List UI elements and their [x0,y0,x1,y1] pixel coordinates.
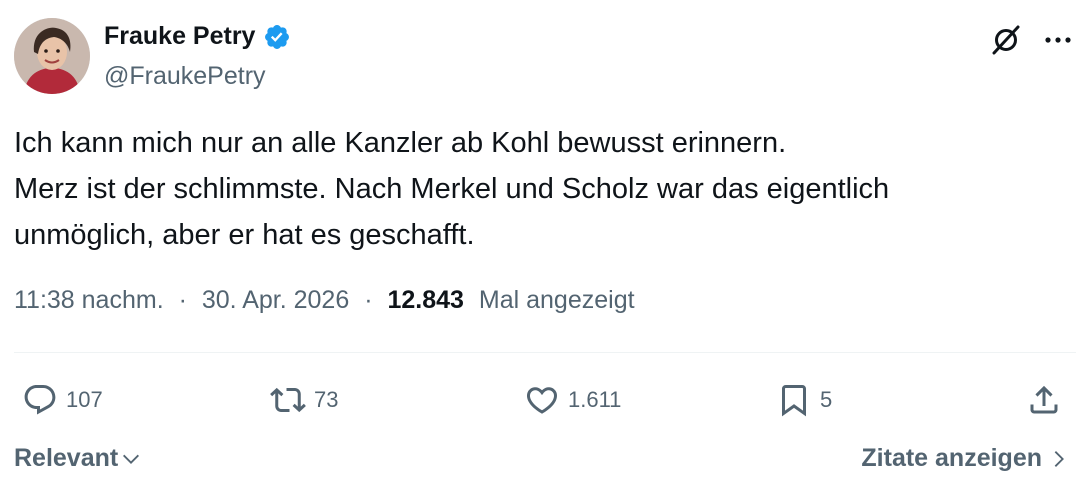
chevron-down-icon [123,454,140,464]
tweet-date[interactable]: 30. Apr. 2026 [202,286,349,314]
reply-button[interactable]: 107 [22,380,103,420]
divider [14,352,1076,353]
sort-label: Relevant [14,444,119,472]
tweet-text-line: Merz ist der schlimmste. Nach Merkel und… [14,173,890,205]
tweet-meta: 11:38 nachm. · 30. Apr. 2026 · 12.843 Ma… [14,286,635,315]
like-count: 1.611 [568,387,622,412]
author-name-text[interactable]: Frauke Petry [104,22,255,51]
view-quotes-label: Zitate anzeigen [861,444,1042,472]
more-dots-icon[interactable] [1040,22,1076,58]
tweet-time[interactable]: 11:38 nachm. [14,286,164,314]
retweet-count: 73 [314,387,339,412]
author-name[interactable]: Frauke Petry [104,22,291,51]
reply-count: 107 [66,387,103,412]
view-quotes-link[interactable]: Zitate anzeigen [861,444,1070,473]
author-handle[interactable]: @FraukePetry [104,62,266,91]
bookmark-icon [782,385,806,417]
chevron-right-icon [1054,450,1064,467]
tweet-text: Ich kann mich nur an alle Kanzler ab Koh… [14,120,1074,258]
views-count: 12.843 [387,286,464,314]
share-button[interactable] [1026,380,1070,420]
retweet-button[interactable]: 73 [270,380,338,420]
heart-icon [526,387,558,414]
views-label: Mal angezeigt [478,286,635,314]
meta-separator: · [178,286,187,314]
share-icon [1030,385,1058,414]
meta-separator: · [364,286,373,314]
grok-icon[interactable] [988,22,1024,58]
tweet-text-line: Ich kann mich nur an alle Kanzler ab Koh… [14,127,787,159]
bookmark-count: 5 [820,387,833,412]
retweet-icon [270,387,306,413]
tweet-card: Frauke Petry @FraukePetry Ich kann mich … [0,0,1092,492]
verified-badge-icon[interactable] [263,23,291,51]
sort-dropdown[interactable]: Relevant [14,444,142,473]
bookmark-button[interactable]: 5 [776,380,832,420]
avatar[interactable] [14,18,90,94]
reply-icon [24,385,56,415]
tweet-text-line: unmöglich, aber er hat es geschafft. [14,219,475,251]
like-button[interactable]: 1.611 [524,380,621,420]
